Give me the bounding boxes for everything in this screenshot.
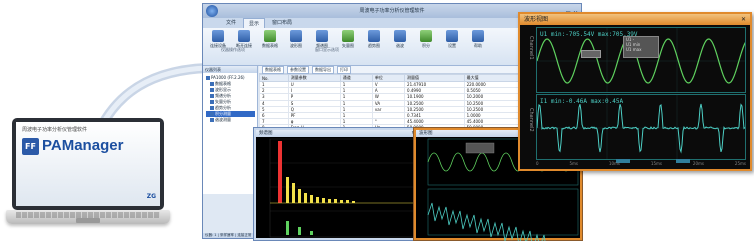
channel1-plot: U1 min:-705.54V max:705.39V U1 - U1 min U1… <box>536 27 746 93</box>
harmonic-icon <box>394 30 406 42</box>
spectrum-icon <box>316 30 328 42</box>
ribbon-group-label: 窗口显示选项 <box>315 47 339 53</box>
grid-toolbar-button[interactable]: 数据导出 <box>312 66 334 74</box>
channel2-info: I1 min:-0.46A max:0.45A <box>540 98 623 105</box>
x-tick-label: 10ms <box>609 161 620 166</box>
ribbon-button-label: 积分 <box>422 43 430 49</box>
ribbon-button-label: 谐波 <box>396 43 404 49</box>
table-icon <box>264 30 276 42</box>
grid-toolbar-button[interactable]: 数据表格 <box>262 66 284 74</box>
spectrum-window-title: 频谱图✕ <box>256 130 418 137</box>
ribbon-button-6[interactable]: 趋势图 <box>363 30 385 49</box>
window-title: 周波电子功率分析仪管理软件 <box>359 8 424 14</box>
tree-item[interactable]: 谐波测量 <box>206 117 255 123</box>
ribbon-button-8[interactable]: 积分 <box>415 30 437 49</box>
folder-icon <box>210 100 214 104</box>
waveform-popup: 波形视图 ✕ Channel1 U1 min:-705.54V max:705.… <box>518 12 752 171</box>
folder-icon <box>206 76 210 80</box>
device-tree-panel: 仪器列表 PA1000 (FF.2.26) 数据表格 波形显示 频谱分析 矢量分析 趋势分… <box>203 66 258 194</box>
laptop-subtitle: 周波电子功率分析仪管理软件 <box>22 126 87 133</box>
column-header[interactable]: 通道 <box>340 75 372 82</box>
ribbon-button-9[interactable]: 设置 <box>441 30 463 49</box>
x-tick-label: 5ms <box>569 161 578 166</box>
ribbon-groups: 仪器操作选项 窗口显示选项 <box>221 47 339 53</box>
popup-title: 波形视图 <box>524 16 548 23</box>
ribbon-button-label: 矢量图 <box>342 43 354 49</box>
app-orb-button[interactable] <box>206 5 218 17</box>
channel2-plot: I1 min:-0.46A max:0.45A <box>536 94 746 160</box>
ribbon-group-label: 仪器操作选项 <box>221 47 245 53</box>
brand-logo: ZG <box>147 193 156 200</box>
laptop-touchpad <box>76 218 100 223</box>
trend-icon <box>368 30 380 42</box>
integral-icon <box>420 30 432 42</box>
app-name: PAManager <box>42 137 123 154</box>
ribbon-button-label: 帮助 <box>474 43 482 49</box>
spectrum-bar-fundamental <box>278 141 282 203</box>
x-tick-label: 15ms <box>651 161 662 166</box>
help-icon <box>472 30 484 42</box>
column-header[interactable]: 最大值 <box>464 75 524 82</box>
wave-icon <box>290 30 302 42</box>
vector-icon <box>342 30 354 42</box>
ribbon-button-7[interactable]: 谐波 <box>389 30 411 49</box>
channel2-label: Channel2 <box>522 108 534 132</box>
x-tick-label: 0 <box>536 161 539 166</box>
close-icon[interactable]: ✕ <box>741 14 746 25</box>
folder-icon <box>210 94 214 98</box>
folder-icon <box>210 112 214 116</box>
folder-icon <box>210 82 214 86</box>
ribbon-button-label: 设置 <box>448 43 456 49</box>
connect-icon <box>212 30 224 42</box>
grid-toolbar-button[interactable]: 打印 <box>337 66 351 74</box>
tree-item-label: 谐波测量 <box>215 117 231 123</box>
tab-1[interactable]: 显示 <box>243 18 265 28</box>
laptop-screen: 周波电子功率分析仪管理软件 FF PAManager ZG <box>16 122 160 206</box>
device-tree: PA1000 (FF.2.26) 数据表格 波形显示 频谱分析 矢量分析 趋势分析 积分测量… <box>203 73 257 123</box>
column-header[interactable]: 测量参数 <box>288 75 340 82</box>
grid-toolbar-button[interactable]: 参数设置 <box>287 66 309 74</box>
folder-icon <box>210 106 214 110</box>
disconnect-icon <box>238 30 250 42</box>
column-header[interactable]: No. <box>260 75 289 82</box>
popup-title-bar: 波形视图 ✕ <box>520 14 750 25</box>
channel1-label: Channel1 <box>522 36 534 60</box>
settings-icon <box>446 30 458 42</box>
spectrum-bars <box>286 177 355 203</box>
time-axis: 0 5ms 10ms 15ms 20ms 25ms <box>536 161 746 166</box>
ribbon-button-10[interactable]: 帮助 <box>467 30 489 49</box>
ribbon-button-5[interactable]: 矢量图 <box>337 30 359 49</box>
ff-logo-icon: FF <box>22 138 39 155</box>
x-tick-label: 20ms <box>693 161 704 166</box>
marker-box <box>581 50 601 58</box>
folder-icon <box>210 88 214 92</box>
tree-title: 仪器列表 <box>203 66 257 73</box>
tab-0[interactable]: 文件 <box>221 18 241 28</box>
x-tick-label: 25ms <box>735 161 746 166</box>
column-header[interactable]: 测量值 <box>405 75 465 82</box>
tab-2[interactable]: 窗口布局 <box>267 18 297 28</box>
folder-icon <box>210 118 214 122</box>
ribbon-button-label: 趋势图 <box>368 43 380 49</box>
laptop-lid: 周波电子功率分析仪管理软件 FF PAManager ZG <box>12 118 164 210</box>
column-header[interactable]: 单位 <box>372 75 404 82</box>
channel1-legend: U1 - U1 min U1 max <box>623 36 659 58</box>
spectrum-window: 频谱图✕ <box>254 128 420 240</box>
spectrum-chart <box>256 137 418 241</box>
